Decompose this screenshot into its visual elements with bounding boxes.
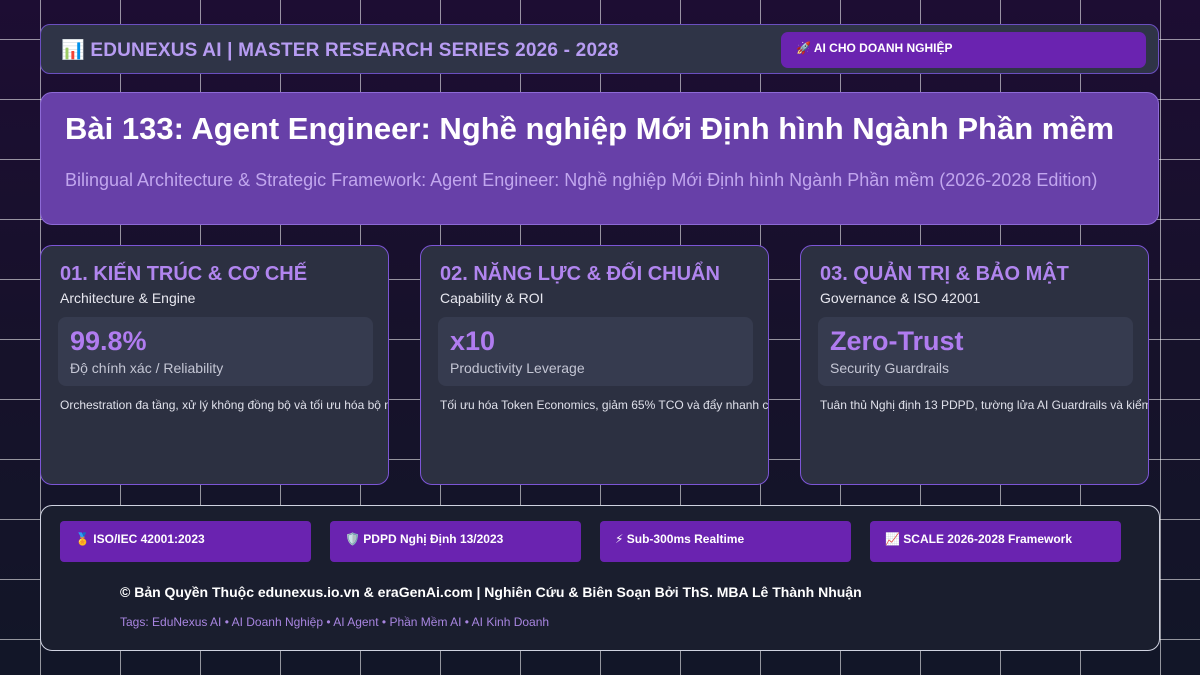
lesson-title: Bài 133: Agent Engineer: Nghề nghiệp Mới… — [65, 111, 1115, 146]
card-subtitle: Governance & ISO 42001 — [820, 290, 981, 306]
badge-realtime[interactable]: ⚡ Sub-300ms Realtime — [600, 521, 851, 562]
card-title: 02. NĂNG LỰC & ĐỐI CHUẨN — [440, 263, 720, 285]
card-title: 01. KIẾN TRÚC & CƠ CHẾ — [60, 263, 308, 285]
card-subtitle: Capability & ROI — [440, 290, 544, 306]
card-title: 03. QUẢN TRỊ & BẢO MẬT — [820, 263, 1069, 285]
card-description: Tuân thủ Nghị định 13 PDPD, tường lửa AI… — [820, 398, 1149, 412]
badge-iso[interactable]: 🏅 ISO/IEC 42001:2023 — [60, 521, 311, 562]
card-subtitle: Architecture & Engine — [60, 290, 196, 306]
hero-banner: Bài 133: Agent Engineer: Nghề nghiệp Mới… — [40, 92, 1159, 225]
category-badge[interactable]: 🚀 AI CHO DOANH NGHIỆP — [781, 32, 1146, 68]
metric-value: 99.8% — [70, 326, 147, 356]
metric-value: x10 — [450, 326, 496, 356]
card-description: Tối ưu hóa Token Economics, giảm 65% TCO… — [440, 398, 769, 412]
metric-label: Security Guardrails — [830, 360, 950, 376]
card-capability: 02. NĂNG LỰC & ĐỐI CHUẨN Capability & RO… — [420, 245, 769, 485]
metric-box: 99.8% Độ chính xác / Reliability — [58, 317, 373, 386]
series-title: 📊 EDUNEXUS AI | MASTER RESEARCH SERIES 2… — [61, 40, 619, 61]
top-header-bar: 📊 EDUNEXUS AI | MASTER RESEARCH SERIES 2… — [40, 24, 1159, 74]
badge-pdpd[interactable]: 🛡️ PDPD Nghị Định 13/2023 — [330, 521, 581, 562]
metric-box: x10 Productivity Leverage — [438, 317, 753, 386]
card-architecture: 01. KIẾN TRÚC & CƠ CHẾ Architecture & En… — [40, 245, 389, 485]
metric-value: Zero-Trust — [830, 326, 964, 356]
tags-line[interactable]: Tags: EduNexus AI • AI Doanh Nghiệp • AI… — [120, 615, 549, 629]
footer-panel: 🏅 ISO/IEC 42001:2023 🛡️ PDPD Nghị Định 1… — [40, 505, 1160, 651]
card-description: Orchestration đa tầng, xử lý không đồng … — [60, 398, 389, 412]
metric-label: Độ chính xác / Reliability — [70, 360, 224, 376]
metric-label: Productivity Leverage — [450, 360, 585, 376]
badge-scale[interactable]: 📈 SCALE 2026-2028 Framework — [870, 521, 1121, 562]
copyright-text: © Bản Quyền Thuộc edunexus.io.vn & eraGe… — [120, 584, 862, 600]
lesson-subtitle: Bilingual Architecture & Strategic Frame… — [65, 170, 1098, 190]
metric-box: Zero-Trust Security Guardrails — [818, 317, 1133, 386]
card-governance: 03. QUẢN TRỊ & BẢO MẬT Governance & ISO … — [800, 245, 1149, 485]
